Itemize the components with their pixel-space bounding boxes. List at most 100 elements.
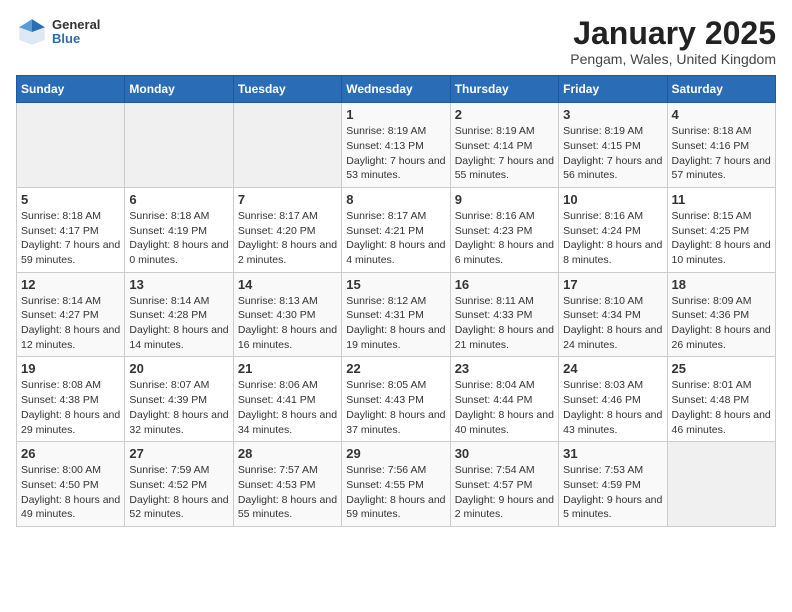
day-number: 22 bbox=[346, 361, 445, 376]
day-info: Sunrise: 8:12 AMSunset: 4:31 PMDaylight:… bbox=[346, 294, 445, 353]
calendar-cell bbox=[125, 103, 233, 188]
calendar-cell: 11Sunrise: 8:15 AMSunset: 4:25 PMDayligh… bbox=[667, 187, 775, 272]
calendar-cell: 15 Sunrise: 8:12 AMSunset: 4:31 PMDayligh… bbox=[342, 272, 450, 357]
day-info: Sunrise: 8:14 AMSunset: 4:28 PMDaylight:… bbox=[129, 294, 228, 353]
day-number: 20 bbox=[129, 361, 228, 376]
day-number: 29 bbox=[346, 446, 445, 461]
calendar-cell: 1 Sunrise: 8:19 AMSunset: 4:13 PMDaylight… bbox=[342, 103, 450, 188]
day-info: Sunrise: 8:05 AMSunset: 4:43 PMDaylight:… bbox=[346, 378, 445, 437]
weekday-header-thursday: Thursday bbox=[450, 76, 558, 103]
day-number: 15 bbox=[346, 277, 445, 292]
day-number: 4 bbox=[672, 107, 771, 122]
day-number: 3 bbox=[563, 107, 662, 122]
day-info: Sunrise: 8:19 AMSunset: 4:14 PMDaylight:… bbox=[455, 124, 554, 183]
calendar-cell: 31 Sunrise: 7:53 AMSunset: 4:59 PMDayligh… bbox=[559, 442, 667, 527]
day-info: Sunrise: 8:18 AMSunset: 4:16 PMDaylight:… bbox=[672, 124, 771, 183]
week-row-1: 1 Sunrise: 8:19 AMSunset: 4:13 PMDaylight… bbox=[17, 103, 776, 188]
day-info: Sunrise: 7:59 AMSunset: 4:52 PMDaylight:… bbox=[129, 463, 228, 522]
day-number: 6 bbox=[129, 192, 228, 207]
day-info: Sunrise: 8:10 AMSunset: 4:34 PMDaylight:… bbox=[563, 294, 662, 353]
day-info: Sunrise: 8:15 AMSunset: 4:25 PMDaylight:… bbox=[672, 209, 771, 268]
logo-text: General Blue bbox=[52, 18, 100, 47]
day-number: 28 bbox=[238, 446, 337, 461]
day-info: Sunrise: 8:17 AMSunset: 4:20 PMDaylight:… bbox=[238, 209, 337, 268]
calendar-cell: 16 Sunrise: 8:11 AMSunset: 4:33 PMDayligh… bbox=[450, 272, 558, 357]
day-number: 31 bbox=[563, 446, 662, 461]
weekday-header-sunday: Sunday bbox=[17, 76, 125, 103]
calendar-cell: 26Sunrise: 8:00 AMSunset: 4:50 PMDayligh… bbox=[17, 442, 125, 527]
day-info: Sunrise: 8:18 AMSunset: 4:17 PMDaylight:… bbox=[21, 209, 120, 268]
day-info: Sunrise: 8:18 AMSunset: 4:19 PMDaylight:… bbox=[129, 209, 228, 268]
day-info: Sunrise: 8:01 AMSunset: 4:48 PMDaylight:… bbox=[672, 378, 771, 437]
day-info: Sunrise: 8:11 AMSunset: 4:33 PMDaylight:… bbox=[455, 294, 554, 353]
weekday-header-tuesday: Tuesday bbox=[233, 76, 341, 103]
day-info: Sunrise: 8:04 AMSunset: 4:44 PMDaylight:… bbox=[455, 378, 554, 437]
calendar-cell: 14 Sunrise: 8:13 AMSunset: 4:30 PMDayligh… bbox=[233, 272, 341, 357]
day-number: 21 bbox=[238, 361, 337, 376]
calendar-table: SundayMondayTuesdayWednesdayThursdayFrid… bbox=[16, 75, 776, 527]
day-number: 18 bbox=[672, 277, 771, 292]
day-info: Sunrise: 8:08 AMSunset: 4:38 PMDaylight:… bbox=[21, 378, 120, 437]
calendar-cell: 12Sunrise: 8:14 AMSunset: 4:27 PMDayligh… bbox=[17, 272, 125, 357]
weekday-header-row: SundayMondayTuesdayWednesdayThursdayFrid… bbox=[17, 76, 776, 103]
day-number: 12 bbox=[21, 277, 120, 292]
day-info: Sunrise: 8:19 AMSunset: 4:13 PMDaylight:… bbox=[346, 124, 445, 183]
weekday-header-saturday: Saturday bbox=[667, 76, 775, 103]
calendar-cell: 6 Sunrise: 8:18 AMSunset: 4:19 PMDaylight… bbox=[125, 187, 233, 272]
day-info: Sunrise: 8:00 AMSunset: 4:50 PMDaylight:… bbox=[21, 463, 120, 522]
day-number: 5 bbox=[21, 192, 120, 207]
day-info: Sunrise: 8:03 AMSunset: 4:46 PMDaylight:… bbox=[563, 378, 662, 437]
day-number: 17 bbox=[563, 277, 662, 292]
weekday-header-monday: Monday bbox=[125, 76, 233, 103]
page-header: General Blue January 2025 Pengam, Wales,… bbox=[16, 16, 776, 67]
day-number: 7 bbox=[238, 192, 337, 207]
day-number: 27 bbox=[129, 446, 228, 461]
calendar-cell: 21 Sunrise: 8:06 AMSunset: 4:41 PMDayligh… bbox=[233, 357, 341, 442]
logo-blue: Blue bbox=[52, 32, 100, 46]
calendar-title: January 2025 bbox=[570, 16, 776, 51]
day-info: Sunrise: 8:13 AMSunset: 4:30 PMDaylight:… bbox=[238, 294, 337, 353]
day-info: Sunrise: 7:56 AMSunset: 4:55 PMDaylight:… bbox=[346, 463, 445, 522]
day-info: Sunrise: 7:53 AMSunset: 4:59 PMDaylight:… bbox=[563, 463, 662, 522]
day-info: Sunrise: 8:09 AMSunset: 4:36 PMDaylight:… bbox=[672, 294, 771, 353]
title-block: January 2025 Pengam, Wales, United Kingd… bbox=[570, 16, 776, 67]
day-number: 10 bbox=[563, 192, 662, 207]
calendar-cell: 18 Sunrise: 8:09 AMSunset: 4:36 PMDayligh… bbox=[667, 272, 775, 357]
calendar-cell bbox=[233, 103, 341, 188]
day-info: Sunrise: 8:07 AMSunset: 4:39 PMDaylight:… bbox=[129, 378, 228, 437]
calendar-cell: 25 Sunrise: 8:01 AMSunset: 4:48 PMDayligh… bbox=[667, 357, 775, 442]
calendar-cell: 30Sunrise: 7:54 AMSunset: 4:57 PMDayligh… bbox=[450, 442, 558, 527]
week-row-2: 5 Sunrise: 8:18 AMSunset: 4:17 PMDaylight… bbox=[17, 187, 776, 272]
day-number: 24 bbox=[563, 361, 662, 376]
day-number: 30 bbox=[455, 446, 554, 461]
calendar-cell: 5 Sunrise: 8:18 AMSunset: 4:17 PMDaylight… bbox=[17, 187, 125, 272]
day-number: 13 bbox=[129, 277, 228, 292]
day-info: Sunrise: 8:16 AMSunset: 4:23 PMDaylight:… bbox=[455, 209, 554, 268]
day-number: 19 bbox=[21, 361, 120, 376]
logo-general: General bbox=[52, 18, 100, 32]
day-info: Sunrise: 8:06 AMSunset: 4:41 PMDaylight:… bbox=[238, 378, 337, 437]
day-info: Sunrise: 8:19 AMSunset: 4:15 PMDaylight:… bbox=[563, 124, 662, 183]
calendar-subtitle: Pengam, Wales, United Kingdom bbox=[570, 51, 776, 67]
weekday-header-friday: Friday bbox=[559, 76, 667, 103]
calendar-cell: 13 Sunrise: 8:14 AMSunset: 4:28 PMDayligh… bbox=[125, 272, 233, 357]
calendar-cell: 24 Sunrise: 8:03 AMSunset: 4:46 PMDayligh… bbox=[559, 357, 667, 442]
calendar-cell: 27 Sunrise: 7:59 AMSunset: 4:52 PMDayligh… bbox=[125, 442, 233, 527]
calendar-cell: 10Sunrise: 8:16 AMSunset: 4:24 PMDayligh… bbox=[559, 187, 667, 272]
calendar-cell: 17 Sunrise: 8:10 AMSunset: 4:34 PMDayligh… bbox=[559, 272, 667, 357]
calendar-cell: 22 Sunrise: 8:05 AMSunset: 4:43 PMDayligh… bbox=[342, 357, 450, 442]
calendar-cell: 9Sunrise: 8:16 AMSunset: 4:23 PMDaylight… bbox=[450, 187, 558, 272]
calendar-cell: 4 Sunrise: 8:18 AMSunset: 4:16 PMDaylight… bbox=[667, 103, 775, 188]
day-number: 14 bbox=[238, 277, 337, 292]
day-number: 16 bbox=[455, 277, 554, 292]
logo-icon bbox=[16, 16, 48, 48]
day-number: 8 bbox=[346, 192, 445, 207]
day-number: 2 bbox=[455, 107, 554, 122]
calendar-cell: 19 Sunrise: 8:08 AMSunset: 4:38 PMDayligh… bbox=[17, 357, 125, 442]
day-number: 1 bbox=[346, 107, 445, 122]
day-number: 25 bbox=[672, 361, 771, 376]
logo: General Blue bbox=[16, 16, 100, 48]
calendar-cell bbox=[17, 103, 125, 188]
weekday-header-wednesday: Wednesday bbox=[342, 76, 450, 103]
week-row-5: 26Sunrise: 8:00 AMSunset: 4:50 PMDayligh… bbox=[17, 442, 776, 527]
